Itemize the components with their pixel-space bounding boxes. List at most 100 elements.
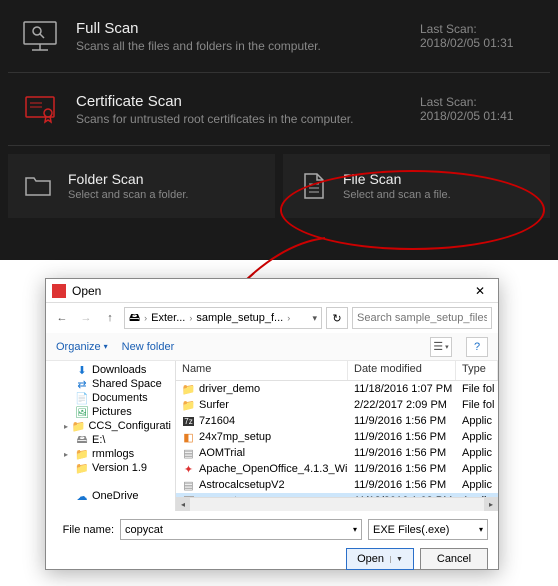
col-name[interactable]: Name	[176, 361, 348, 380]
horizontal-scrollbar[interactable]: ◂ ▸	[176, 497, 498, 511]
tree-item[interactable]	[46, 475, 175, 489]
tree-label: rmmlogs	[92, 448, 134, 460]
file-type: File fol	[456, 399, 498, 411]
help-button[interactable]: ?	[466, 337, 488, 357]
share-icon: ⇄	[76, 378, 88, 390]
tree-label: E:\	[92, 434, 105, 446]
file-type: File fol	[456, 383, 498, 395]
cert-scan-meta-label: Last Scan:	[420, 95, 540, 109]
folder-scan-desc: Select and scan a folder.	[68, 189, 263, 201]
tree-item[interactable]: ⇄Shared Space	[46, 377, 175, 391]
tree-item[interactable]: ☁OneDrive	[46, 489, 175, 503]
app-icon	[52, 284, 66, 298]
chevron-down-icon[interactable]: ▾	[479, 525, 483, 534]
refresh-button[interactable]: ↻	[326, 307, 348, 329]
drive-icon: 🖴	[76, 434, 88, 446]
folder-icon: 📁	[76, 462, 88, 474]
file-row[interactable]: ▤AOMTrial11/9/2016 1:56 PMApplic	[176, 445, 498, 461]
chevron-down-icon[interactable]: ▾	[312, 313, 317, 324]
tree-item[interactable]: 📄Documents	[46, 391, 175, 405]
tree-label: CCS_Configurati	[88, 420, 171, 432]
full-scan-row[interactable]: Full Scan Scans all the files and folder…	[8, 0, 550, 73]
file-date: 11/9/2016 1:56 PM	[348, 463, 456, 475]
crumb-1[interactable]: Exter...	[151, 312, 185, 324]
organize-menu[interactable]: Organize▾	[56, 341, 108, 353]
app-gray-icon: ▤	[182, 479, 195, 492]
tree-item[interactable]: ⬇ Downloads	[46, 363, 175, 377]
folder-icon: 📁	[182, 383, 195, 396]
filename-label: File name:	[56, 524, 114, 536]
app-orange-icon: ◧	[182, 431, 195, 444]
col-date[interactable]: Date modified	[348, 361, 456, 380]
file-name: driver_demo	[199, 383, 260, 395]
tree-label: Downloads	[92, 364, 146, 376]
file-scan-desc: Select and scan a file.	[343, 189, 538, 201]
tree-item[interactable]: 🖴 E:\	[46, 433, 175, 447]
file-scan-title: File Scan	[343, 171, 538, 187]
chevron-down-icon[interactable]: ▾	[353, 525, 357, 534]
folder-tree[interactable]: ⬇ Downloads⇄Shared Space📄Documents🖼Pictur…	[46, 361, 176, 511]
file-row[interactable]: 📁driver_demo11/18/2016 1:07 PMFile fol	[176, 381, 498, 397]
download-icon: ⬇	[76, 364, 88, 376]
file-list[interactable]: 📁driver_demo11/18/2016 1:07 PMFile fol📁S…	[176, 381, 498, 497]
file-scan-card[interactable]: File Scan Select and scan a file.	[283, 154, 550, 218]
col-type[interactable]: Type	[456, 361, 498, 380]
new-folder-button[interactable]: New folder	[122, 341, 175, 353]
breadcrumb[interactable]: 🖴 › Exter... › sample_setup_f... › ▾	[124, 307, 322, 329]
tree-label: Pictures	[92, 406, 132, 418]
tree-item[interactable]: 🖼Pictures	[46, 405, 175, 419]
tree-label: Version 1.9	[92, 462, 147, 474]
folder-icon	[20, 168, 56, 204]
cancel-button[interactable]: Cancel	[420, 548, 488, 570]
file-type: Applic	[456, 431, 498, 443]
folder-icon: 📁	[76, 448, 88, 460]
search-field[interactable]	[357, 312, 487, 324]
scroll-left-icon[interactable]: ◂	[176, 498, 190, 512]
doc-icon: 📄	[76, 392, 88, 404]
up-button[interactable]: ↑	[100, 308, 120, 328]
folder-icon: 📁	[72, 420, 84, 432]
tree-item[interactable]: 📁 Version 1.9	[46, 461, 175, 475]
crumb-2[interactable]: sample_setup_f...	[196, 312, 283, 324]
file-name: 7z1604	[199, 415, 235, 427]
file-type: Applic	[456, 479, 498, 491]
file-date: 11/9/2016 1:56 PM	[348, 431, 456, 443]
file-row[interactable]: 📁Surfer2/22/2017 2:09 PMFile fol	[176, 397, 498, 413]
open-button[interactable]: Open▼	[346, 548, 414, 570]
file-date: 11/9/2016 1:56 PM	[348, 447, 456, 459]
file-icon	[295, 168, 331, 204]
filename-value: copycat	[125, 524, 163, 536]
close-button[interactable]: ✕	[468, 284, 492, 298]
chevron-down-icon[interactable]: ▼	[390, 556, 403, 563]
file-row[interactable]: ▤AstrocalcsetupV211/9/2016 1:56 PMApplic	[176, 477, 498, 493]
chevron-right-icon: ›	[287, 313, 290, 323]
scroll-right-icon[interactable]: ▸	[484, 498, 498, 512]
certificate-scan-row[interactable]: Certificate Scan Scans for untrusted roo…	[8, 73, 550, 146]
folder-scan-card[interactable]: Folder Scan Select and scan a folder.	[8, 154, 275, 218]
tree-item[interactable]: ▸📁rmmlogs	[46, 447, 175, 461]
view-menu[interactable]: ☰▾	[430, 337, 452, 357]
file-list-header[interactable]: Name Date modified Type	[176, 361, 498, 381]
file-row[interactable]: 7z7z160411/9/2016 1:56 PMApplic	[176, 413, 498, 429]
file-row[interactable]: ✦Apache_OpenOffice_4.1.3_Win_x86_instal.…	[176, 461, 498, 477]
full-scan-title: Full Scan	[76, 20, 406, 37]
file-name: AstrocalcsetupV2	[199, 479, 285, 491]
file-type: Applic	[456, 463, 498, 475]
file-type: Applic	[456, 447, 498, 459]
file-type-filter[interactable]: EXE Files(.exe) ▾	[368, 519, 488, 540]
search-input[interactable]	[352, 307, 492, 329]
cert-scan-title: Certificate Scan	[76, 93, 406, 110]
chevron-right-icon: ›	[189, 313, 192, 323]
file-type: Applic	[456, 415, 498, 427]
cert-scan-desc: Scans for untrusted root certificates in…	[76, 112, 406, 126]
chevron-right-icon: ›	[144, 313, 147, 323]
file-row[interactable]: ◧24x7mp_setup11/9/2016 1:56 PMApplic	[176, 429, 498, 445]
full-scan-desc: Scans all the files and folders in the c…	[76, 39, 406, 53]
filename-input[interactable]: copycat ▾	[120, 519, 362, 540]
tree-item[interactable]: ▸📁CCS_Configurati	[46, 419, 175, 433]
back-button[interactable]: ←	[52, 308, 72, 328]
drive-icon: 🖴	[129, 309, 140, 328]
tree-label: OneDrive	[92, 490, 138, 502]
full-scan-meta-value: 2018/02/05 01:31	[420, 36, 540, 50]
forward-button[interactable]: →	[76, 308, 96, 328]
